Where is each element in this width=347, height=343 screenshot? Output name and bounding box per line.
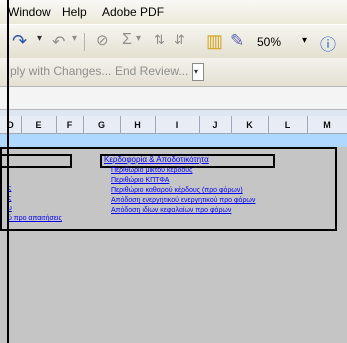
column-header[interactable]: H [120, 116, 156, 133]
toolbar-options-icon[interactable]: ▾ [194, 67, 198, 76]
autosum-dropdown-icon[interactable]: ▾ [136, 33, 141, 44]
hyperlink-icon[interactable]: ⊘ [96, 31, 109, 49]
link-item[interactable]: Περιθώριο καθαρού κέρδους (προ φόρων) [111, 187, 243, 194]
sort-ascending-icon[interactable]: ⇅ [154, 32, 165, 48]
link-item[interactable]: Απόδοση ιδίων κεφαλαίων προ φόρων [111, 207, 231, 214]
worksheet-area[interactable]: Κερδοφορία & Αποδοτικότητα Περιθώριο μικ… [0, 147, 347, 343]
window-split-line [7, 0, 9, 343]
standard-toolbar: ↷ ▾ ↶ ▾ ⊘ Σ ▾ ⇅ ⇵ ▥ ✎ 50% ▾ ⓘ [0, 24, 347, 59]
menu-bar: Window Help Adobe PDF [0, 0, 347, 24]
formula-bar[interactable] [0, 86, 347, 110]
column-header[interactable]: I [155, 116, 200, 133]
reply-with-changes-button[interactable]: ply with Changes... [10, 64, 111, 78]
menu-help[interactable]: Help [62, 5, 87, 19]
zoom-value[interactable]: 50% [257, 35, 281, 49]
zoom-dropdown-icon[interactable]: ▾ [302, 35, 307, 46]
column-header[interactable]: L [268, 116, 308, 133]
column-header[interactable]: G [83, 116, 121, 133]
header-strip [0, 134, 347, 147]
menu-window[interactable]: Window [8, 5, 51, 19]
section-title[interactable]: Κερδοφορία & Αποδοτικότητα [104, 155, 209, 164]
menu-adobe-pdf[interactable]: Adobe PDF [102, 5, 164, 19]
left-link-fragment[interactable]: ύ προ απαιτήσεις [8, 215, 62, 222]
column-header[interactable]: D [0, 116, 22, 133]
toolbar-separator [84, 33, 85, 51]
column-header[interactable]: E [21, 116, 57, 133]
end-review-button[interactable]: End Review... [115, 64, 188, 78]
link-item[interactable]: Περιθώριο ΚΠΤΦΑ [111, 177, 169, 184]
review-toolbar: ply with Changes... End Review... ▾ [0, 58, 347, 86]
column-header[interactable]: K [231, 116, 269, 133]
chart-wizard-icon[interactable]: ▥ [206, 31, 223, 52]
sort-descending-icon[interactable]: ⇵ [174, 32, 185, 48]
left-title-box [0, 154, 72, 168]
column-header[interactable]: F [56, 116, 84, 133]
autosum-icon[interactable]: Σ [122, 31, 132, 49]
drawing-icon[interactable]: ✎ [230, 31, 244, 51]
column-header-row: D E F G H I J K L M [0, 116, 347, 134]
link-item[interactable]: Περιθώριο μικτού κέρδους [111, 167, 192, 174]
help-icon[interactable]: ⓘ [320, 31, 336, 55]
column-header[interactable]: J [199, 116, 232, 133]
column-header[interactable]: M [307, 116, 347, 133]
undo-dropdown-icon[interactable]: ▾ [72, 33, 77, 44]
link-item[interactable]: Απόδοση ενεργητικού ενεργητικού προ φόρω… [111, 197, 255, 204]
undo-icon[interactable]: ↶ [52, 32, 65, 52]
redo-icon[interactable]: ↷ [12, 31, 27, 52]
redo-dropdown-icon[interactable]: ▾ [37, 33, 42, 44]
